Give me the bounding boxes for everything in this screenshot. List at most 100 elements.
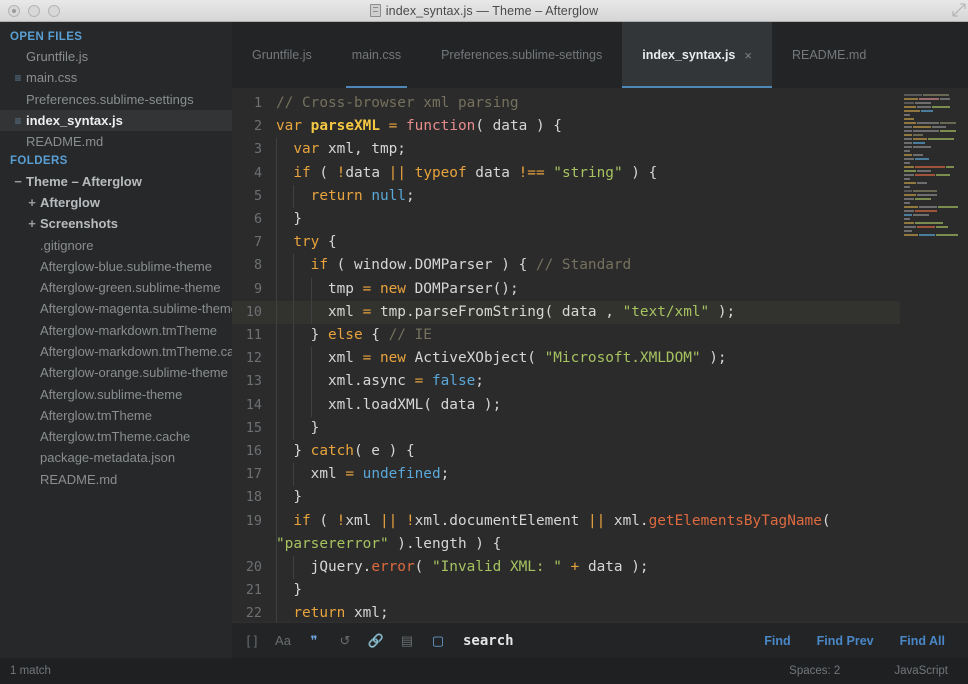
code-line[interactable]: 5 return null; — [232, 185, 900, 208]
code-line-text[interactable]: } — [274, 486, 900, 509]
code-line-text[interactable]: var parseXML = function( data ) { — [274, 115, 900, 138]
code-line-text[interactable]: xml.async = false; — [274, 370, 900, 393]
sidebar-item-afterglow-blue-sublime-theme[interactable]: Afterglow-blue.sublime-theme — [0, 256, 232, 277]
code-line-text[interactable]: } — [274, 417, 900, 440]
code-line[interactable]: 6 } — [232, 208, 900, 231]
sidebar-item-index-syntax-js[interactable]: ≡index_syntax.js — [0, 110, 232, 131]
code-line-text[interactable]: xml.loadXML( data ); — [274, 394, 900, 417]
code-line[interactable]: 13 xml.async = false; — [232, 370, 900, 393]
code-line-text[interactable]: if ( !data || typeof data !== "string" )… — [274, 162, 900, 185]
sidebar-item-afterglow-tmtheme-cache[interactable]: Afterglow.tmTheme.cache — [0, 426, 232, 447]
close-button[interactable] — [8, 5, 20, 17]
whole-word-icon[interactable]: ❞ — [305, 632, 323, 650]
wrap-icon[interactable]: ↺ — [336, 632, 354, 650]
code-line[interactable]: 19 if ( !xml || !xml.documentElement || … — [232, 510, 900, 556]
sidebar-item-gruntfile-js[interactable]: Gruntfile.js — [0, 46, 232, 67]
case-sensitive-icon[interactable]: Aa — [274, 632, 292, 650]
tab-readme-md[interactable]: README.md — [772, 22, 886, 88]
tab-close-icon[interactable]: × — [744, 49, 752, 62]
code-line-text[interactable]: if ( window.DOMParser ) { // Standard — [274, 254, 900, 277]
sidebar-item-readme-md[interactable]: README.md — [0, 469, 232, 490]
code-line[interactable]: 14 xml.loadXML( data ); — [232, 394, 900, 417]
preserve-case-icon[interactable]: ▢ — [429, 632, 447, 650]
find-all-button[interactable]: Find All — [900, 634, 945, 648]
code-line[interactable]: 17 xml = undefined; — [232, 463, 900, 486]
code-line-text[interactable]: } — [274, 579, 900, 602]
code-line[interactable]: 18 } — [232, 486, 900, 509]
code-line[interactable]: 2var parseXML = function( data ) { — [232, 115, 900, 138]
code-line[interactable]: 8 if ( window.DOMParser ) { // Standard — [232, 254, 900, 277]
code-line[interactable]: 7 try { — [232, 231, 900, 254]
sidebar-item-afterglow[interactable]: +Afterglow — [0, 192, 232, 213]
code-token: } — [276, 443, 311, 459]
code-line[interactable]: 21 } — [232, 579, 900, 602]
code-line[interactable]: 20 jQuery.error( "Invalid XML: " + data … — [232, 556, 900, 579]
code-line[interactable]: 9 tmp = new DOMParser(); — [232, 278, 900, 301]
sidebar-item-afterglow-markdown-tmtheme[interactable]: Afterglow-markdown.tmTheme — [0, 320, 232, 341]
resize-handle-icon[interactable] — [952, 3, 966, 17]
tab-gruntfile-js[interactable]: Gruntfile.js — [232, 22, 332, 88]
sidebar-item-gitignore[interactable]: .gitignore — [0, 234, 232, 255]
sidebar-item-afterglow-sublime-theme[interactable]: Afterglow.sublime-theme — [0, 383, 232, 404]
code-line[interactable]: 11 } else { // IE — [232, 324, 900, 347]
sidebar-item-afterglow-tmtheme[interactable]: Afterglow.tmTheme — [0, 405, 232, 426]
code-line[interactable]: 12 xml = new ActiveXObject( "Microsoft.X… — [232, 347, 900, 370]
code-line-text[interactable]: // Cross-browser xml parsing — [274, 92, 900, 115]
code-line[interactable]: 10 xml = tmp.parseFromString( data , "te… — [232, 301, 900, 324]
code-line-text[interactable]: jQuery.error( "Invalid XML: " + data ); — [274, 556, 900, 579]
folder-expand-icon[interactable]: + — [24, 196, 40, 209]
sidebar-item-afterglow-green-sublime-theme[interactable]: Afterglow-green.sublime-theme — [0, 277, 232, 298]
find-bar[interactable]: [ ] Aa ❞ ↺ 🔗 ▤ ▢ Find Find Prev Find All — [232, 622, 968, 658]
code-line-text[interactable]: xml = tmp.parseFromString( data , "text/… — [274, 301, 900, 324]
indentation-status[interactable]: Spaces: 2 — [789, 665, 840, 677]
tab-index-syntax-js[interactable]: index_syntax.js× — [622, 22, 772, 88]
code-line-text[interactable]: tmp = new DOMParser(); — [274, 278, 900, 301]
code-line[interactable]: 22 return xml; — [232, 602, 900, 622]
tab-bar[interactable]: Gruntfile.jsmain.cssPreferences.sublime-… — [232, 22, 968, 88]
code-line-text[interactable]: return null; — [274, 185, 900, 208]
code-line-text[interactable]: xml = undefined; — [274, 463, 900, 486]
zoom-button[interactable] — [48, 5, 60, 17]
sidebar-item-theme-afterglow[interactable]: −Theme – Afterglow — [0, 170, 232, 191]
code-line-text[interactable]: xml = new ActiveXObject( "Microsoft.XMLD… — [274, 347, 900, 370]
find-prev-button[interactable]: Find Prev — [817, 634, 874, 648]
code-line[interactable]: 15 } — [232, 417, 900, 440]
sidebar-item-readme-md[interactable]: README.md — [0, 131, 232, 152]
code-line-text[interactable]: if ( !xml || !xml.documentElement || xml… — [274, 510, 900, 556]
indent-guide — [311, 370, 312, 393]
find-button[interactable]: Find — [764, 634, 790, 648]
search-input[interactable] — [463, 633, 764, 649]
sidebar-item-afterglow-magenta-sublime-theme[interactable]: Afterglow-magenta.sublime-theme — [0, 298, 232, 319]
code-line[interactable]: 4 if ( !data || typeof data !== "string"… — [232, 162, 900, 185]
code-line-text[interactable]: try { — [274, 231, 900, 254]
minimap[interactable] — [900, 88, 968, 622]
sidebar-item-afterglow-markdown-tmtheme-cache[interactable]: Afterglow-markdown.tmTheme.cache — [0, 341, 232, 362]
sidebar-item-main-css[interactable]: ≡main.css — [0, 67, 232, 88]
sidebar-item-afterglow-orange-sublime-theme[interactable]: Afterglow-orange.sublime-theme — [0, 362, 232, 383]
syntax-status[interactable]: JavaScript — [894, 665, 948, 677]
find-actions[interactable]: Find Find Prev Find All — [764, 634, 968, 648]
code-token: function — [406, 118, 475, 134]
tab-main-css[interactable]: main.css — [332, 22, 421, 88]
sidebar-item-package-metadata-json[interactable]: package-metadata.json — [0, 447, 232, 468]
code-line-text[interactable]: var xml, tmp; — [274, 138, 900, 161]
sidebar-item-screenshots[interactable]: +Screenshots — [0, 213, 232, 234]
find-options[interactable]: [ ] Aa ❞ ↺ 🔗 ▤ ▢ — [232, 632, 447, 650]
highlight-results-icon[interactable]: ▤ — [398, 632, 416, 650]
code-line-text[interactable]: } catch( e ) { — [274, 440, 900, 463]
minimize-button[interactable] — [28, 5, 40, 17]
tab-preferences-sublime-settings[interactable]: Preferences.sublime-settings — [421, 22, 622, 88]
code-editor[interactable]: 1// Cross-browser xml parsing2var parseX… — [232, 88, 900, 622]
folder-expand-icon[interactable]: + — [24, 217, 40, 230]
folder-collapse-icon[interactable]: − — [10, 175, 26, 188]
sidebar[interactable]: OPEN FILESGruntfile.js≡main.cssPreferenc… — [0, 22, 232, 658]
code-line-text[interactable]: return xml; — [274, 602, 900, 622]
code-line[interactable]: 1// Cross-browser xml parsing — [232, 92, 900, 115]
regex-icon[interactable]: [ ] — [243, 632, 261, 650]
code-line-text[interactable]: } — [274, 208, 900, 231]
sidebar-item-preferences-sublime-settings[interactable]: Preferences.sublime-settings — [0, 89, 232, 110]
code-line[interactable]: 3 var xml, tmp; — [232, 138, 900, 161]
code-line[interactable]: 16 } catch( e ) { — [232, 440, 900, 463]
in-selection-icon[interactable]: 🔗 — [367, 632, 385, 650]
code-line-text[interactable]: } else { // IE — [274, 324, 900, 347]
